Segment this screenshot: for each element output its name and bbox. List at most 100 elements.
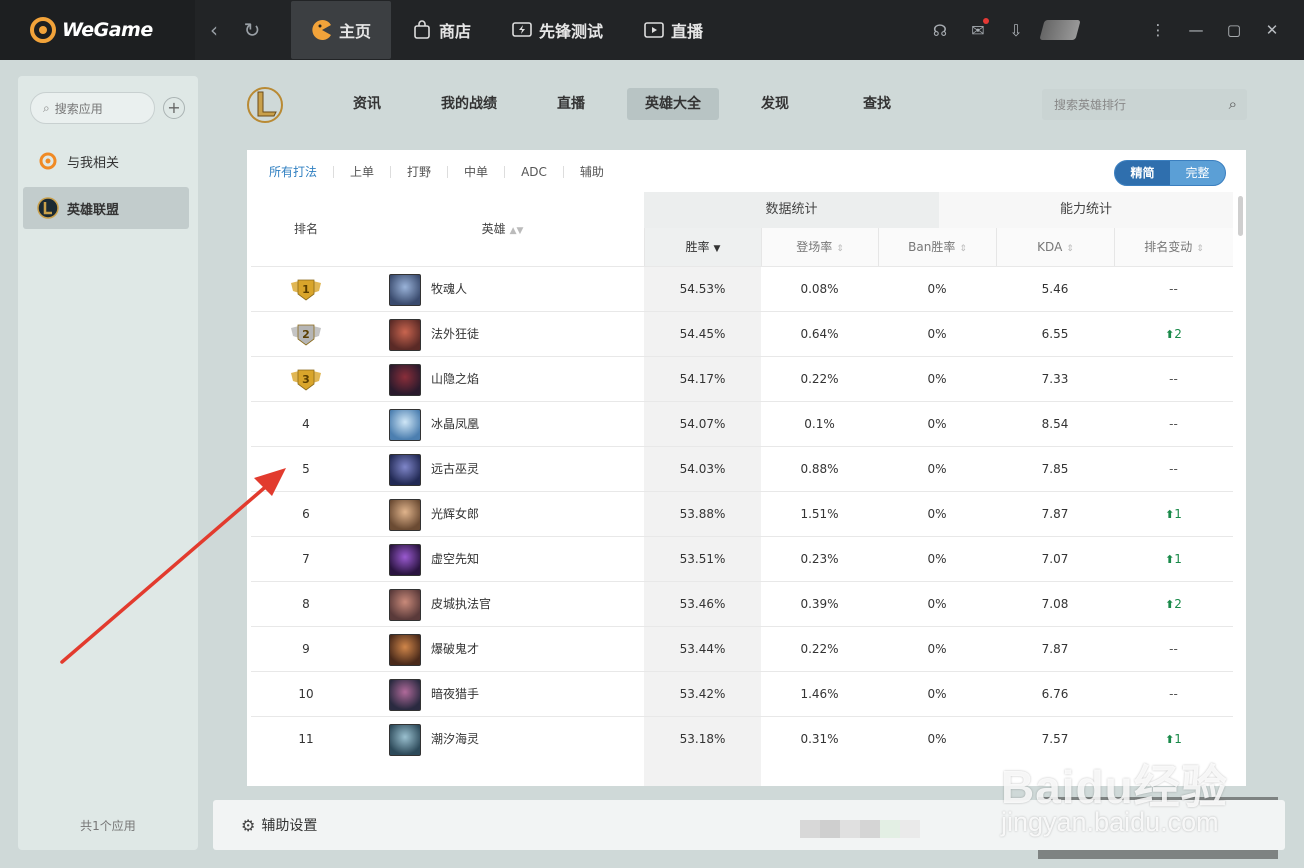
hero-cell[interactable]: 虚空先知 [389,537,639,582]
lol-logo[interactable] [246,84,284,126]
hero-cell[interactable]: 远古巫灵 [389,447,639,492]
back-icon[interactable]: ‹ [195,18,233,42]
tab-store[interactable]: 商店 [391,0,491,60]
kda-cell: 7.85 [1041,462,1069,476]
lane-top[interactable]: 上单 [333,166,390,178]
table-row[interactable]: 9 爆破鬼才 53.44% 0.22% 0% 7.87 -- [251,626,1233,671]
hero-portrait[interactable] [389,408,421,441]
header-ban-rate[interactable]: Ban胜率 ⇕ [878,228,996,266]
hero-cell[interactable]: 暗夜猎手 [389,672,639,717]
hero-portrait[interactable] [389,543,421,576]
table-row[interactable]: 8 皮城执法官 53.46% 0.39% 0% 7.08 ⬆2 [251,581,1233,626]
hero-portrait[interactable] [389,633,421,666]
message-icon[interactable]: ✉ [966,18,990,42]
hero-portrait[interactable] [389,363,421,396]
maximize-icon[interactable]: ▢ [1222,21,1246,39]
wegame-logo[interactable]: WeGame [0,0,195,60]
table-row[interactable]: 6 光辉女郎 53.88% 1.51% 0% 7.87 ⬆1 [251,491,1233,536]
hero-portrait[interactable] [389,588,421,621]
subtab-hero-encyclopedia[interactable]: 英雄大全 [627,88,719,120]
group-data-stats[interactable]: 数据统计 [644,192,939,228]
mode-full-button[interactable]: 完整 [1170,161,1225,185]
rank-number: 6 [302,507,310,521]
table-row[interactable]: 4 冰晶凤凰 54.07% 0.1% 0% 8.54 -- [251,401,1233,446]
lightning-monitor-icon [511,19,533,41]
lane-adc[interactable]: ADC [504,166,563,178]
subtab-live[interactable]: 直播 [520,88,622,120]
hero-name[interactable]: 远古巫灵 [431,447,479,492]
tab-store-label: 商店 [439,22,472,41]
tab-pioneer-test[interactable]: 先锋测试 [491,0,623,60]
refresh-icon[interactable]: ↻ [233,18,271,42]
subtab-my-record[interactable]: 我的战绩 [418,88,520,120]
hero-name[interactable]: 虚空先知 [431,537,479,582]
subtab-news[interactable]: 资讯 [316,88,418,120]
hero-name[interactable]: 暗夜猎手 [431,672,479,717]
hero-name[interactable]: 冰晶凤凰 [431,402,479,447]
hero-cell[interactable]: 潮汐海灵 [389,717,639,762]
wegame-logo-icon [30,17,56,43]
sidebar: ⌕ 搜索应用 + 与我相关 英雄联盟 共1个应用 [18,76,198,850]
subtab-discover[interactable]: 发现 [724,88,826,120]
lane-all[interactable]: 所有打法 [269,166,333,178]
hero-name[interactable]: 爆破鬼才 [431,627,479,672]
group-ability-stats[interactable]: 能力统计 [939,192,1233,228]
hero-cell[interactable]: 山隐之焰 [389,357,639,402]
mode-brief-button[interactable]: 精简 [1115,161,1170,185]
lane-mid[interactable]: 中单 [447,166,504,178]
hero-portrait[interactable] [389,453,421,486]
hero-portrait[interactable] [389,678,421,711]
menu-icon[interactable]: ⋮ [1146,21,1170,39]
hero-portrait[interactable] [389,318,421,351]
add-app-button[interactable]: + [163,97,185,119]
hero-name[interactable]: 光辉女郎 [431,492,479,537]
hero-cell[interactable]: 皮城执法官 [389,582,639,627]
scrollbar[interactable] [1238,196,1243,236]
sidebar-item-mine[interactable]: 与我相关 [23,140,189,182]
sidebar-item-lol[interactable]: 英雄联盟 [23,187,189,229]
header-win-rate[interactable]: 胜率 ▼ [644,228,761,266]
hero-rank-search-input[interactable]: 搜索英雄排行 ⌕ [1042,89,1247,120]
header-rank-change[interactable]: 排名变动 ⇕ [1114,228,1233,266]
hero-cell[interactable]: 法外狂徒 [389,312,639,357]
avatar[interactable] [1039,20,1081,40]
download-icon[interactable]: ⇩ [1004,18,1028,42]
hero-cell[interactable]: 爆破鬼才 [389,627,639,672]
minimize-icon[interactable]: — [1184,21,1208,39]
header-kda[interactable]: KDA ⇕ [996,228,1114,266]
app-name: WeGame [62,19,153,41]
hero-name[interactable]: 潮汐海灵 [431,717,479,762]
hero-cell[interactable]: 冰晶凤凰 [389,402,639,447]
table-row[interactable]: 7 虚空先知 53.51% 0.23% 0% 7.07 ⬆1 [251,536,1233,581]
table-row[interactable]: 1 牧魂人 54.53% 0.08% 0% 5.46 -- [251,266,1233,311]
hero-name[interactable]: 山隐之焰 [431,357,479,402]
tab-live[interactable]: 直播 [623,0,723,60]
close-icon[interactable]: ✕ [1260,21,1284,39]
table-row[interactable]: 2 法外狂徒 54.45% 0.64% 0% 6.55 ⬆2 [251,311,1233,356]
win-rate-cell: 53.51% [679,552,726,566]
view-mode-toggle: 精简 完整 [1114,160,1226,186]
settings-icon[interactable]: ⚙ [241,816,255,835]
lane-support[interactable]: 辅助 [562,166,620,178]
table-row[interactable]: 3 山隐之焰 54.17% 0.22% 0% 7.33 -- [251,356,1233,401]
table-row[interactable]: 11 潮汐海灵 53.18% 0.31% 0% 7.57 ⬆1 [251,716,1233,761]
assist-settings-label[interactable]: 辅助设置 [261,815,317,835]
tab-home[interactable]: 主页 [291,1,392,59]
headset-icon[interactable]: ☊ [928,18,952,42]
search-icon[interactable]: ⌕ [1229,95,1237,113]
app-search-input[interactable]: ⌕ 搜索应用 [30,92,155,124]
table-row[interactable]: 10 暗夜猎手 53.42% 1.46% 0% 6.76 -- [251,671,1233,716]
hero-name[interactable]: 法外狂徒 [431,312,479,357]
hero-portrait[interactable] [389,498,421,531]
hero-portrait[interactable] [389,273,421,306]
header-pick-rate[interactable]: 登场率 ⇕ [761,228,878,266]
hero-portrait[interactable] [389,723,421,756]
hero-name[interactable]: 皮城执法官 [431,582,491,627]
hero-name[interactable]: 牧魂人 [431,267,467,312]
subtab-search[interactable]: 查找 [826,88,928,120]
hero-cell[interactable]: 光辉女郎 [389,492,639,537]
header-hero[interactable]: 英雄 ▲▼ [361,192,644,266]
lane-jungle[interactable]: 打野 [390,166,447,178]
table-row[interactable]: 5 远古巫灵 54.03% 0.88% 0% 7.85 -- [251,446,1233,491]
hero-cell[interactable]: 牧魂人 [389,267,639,312]
